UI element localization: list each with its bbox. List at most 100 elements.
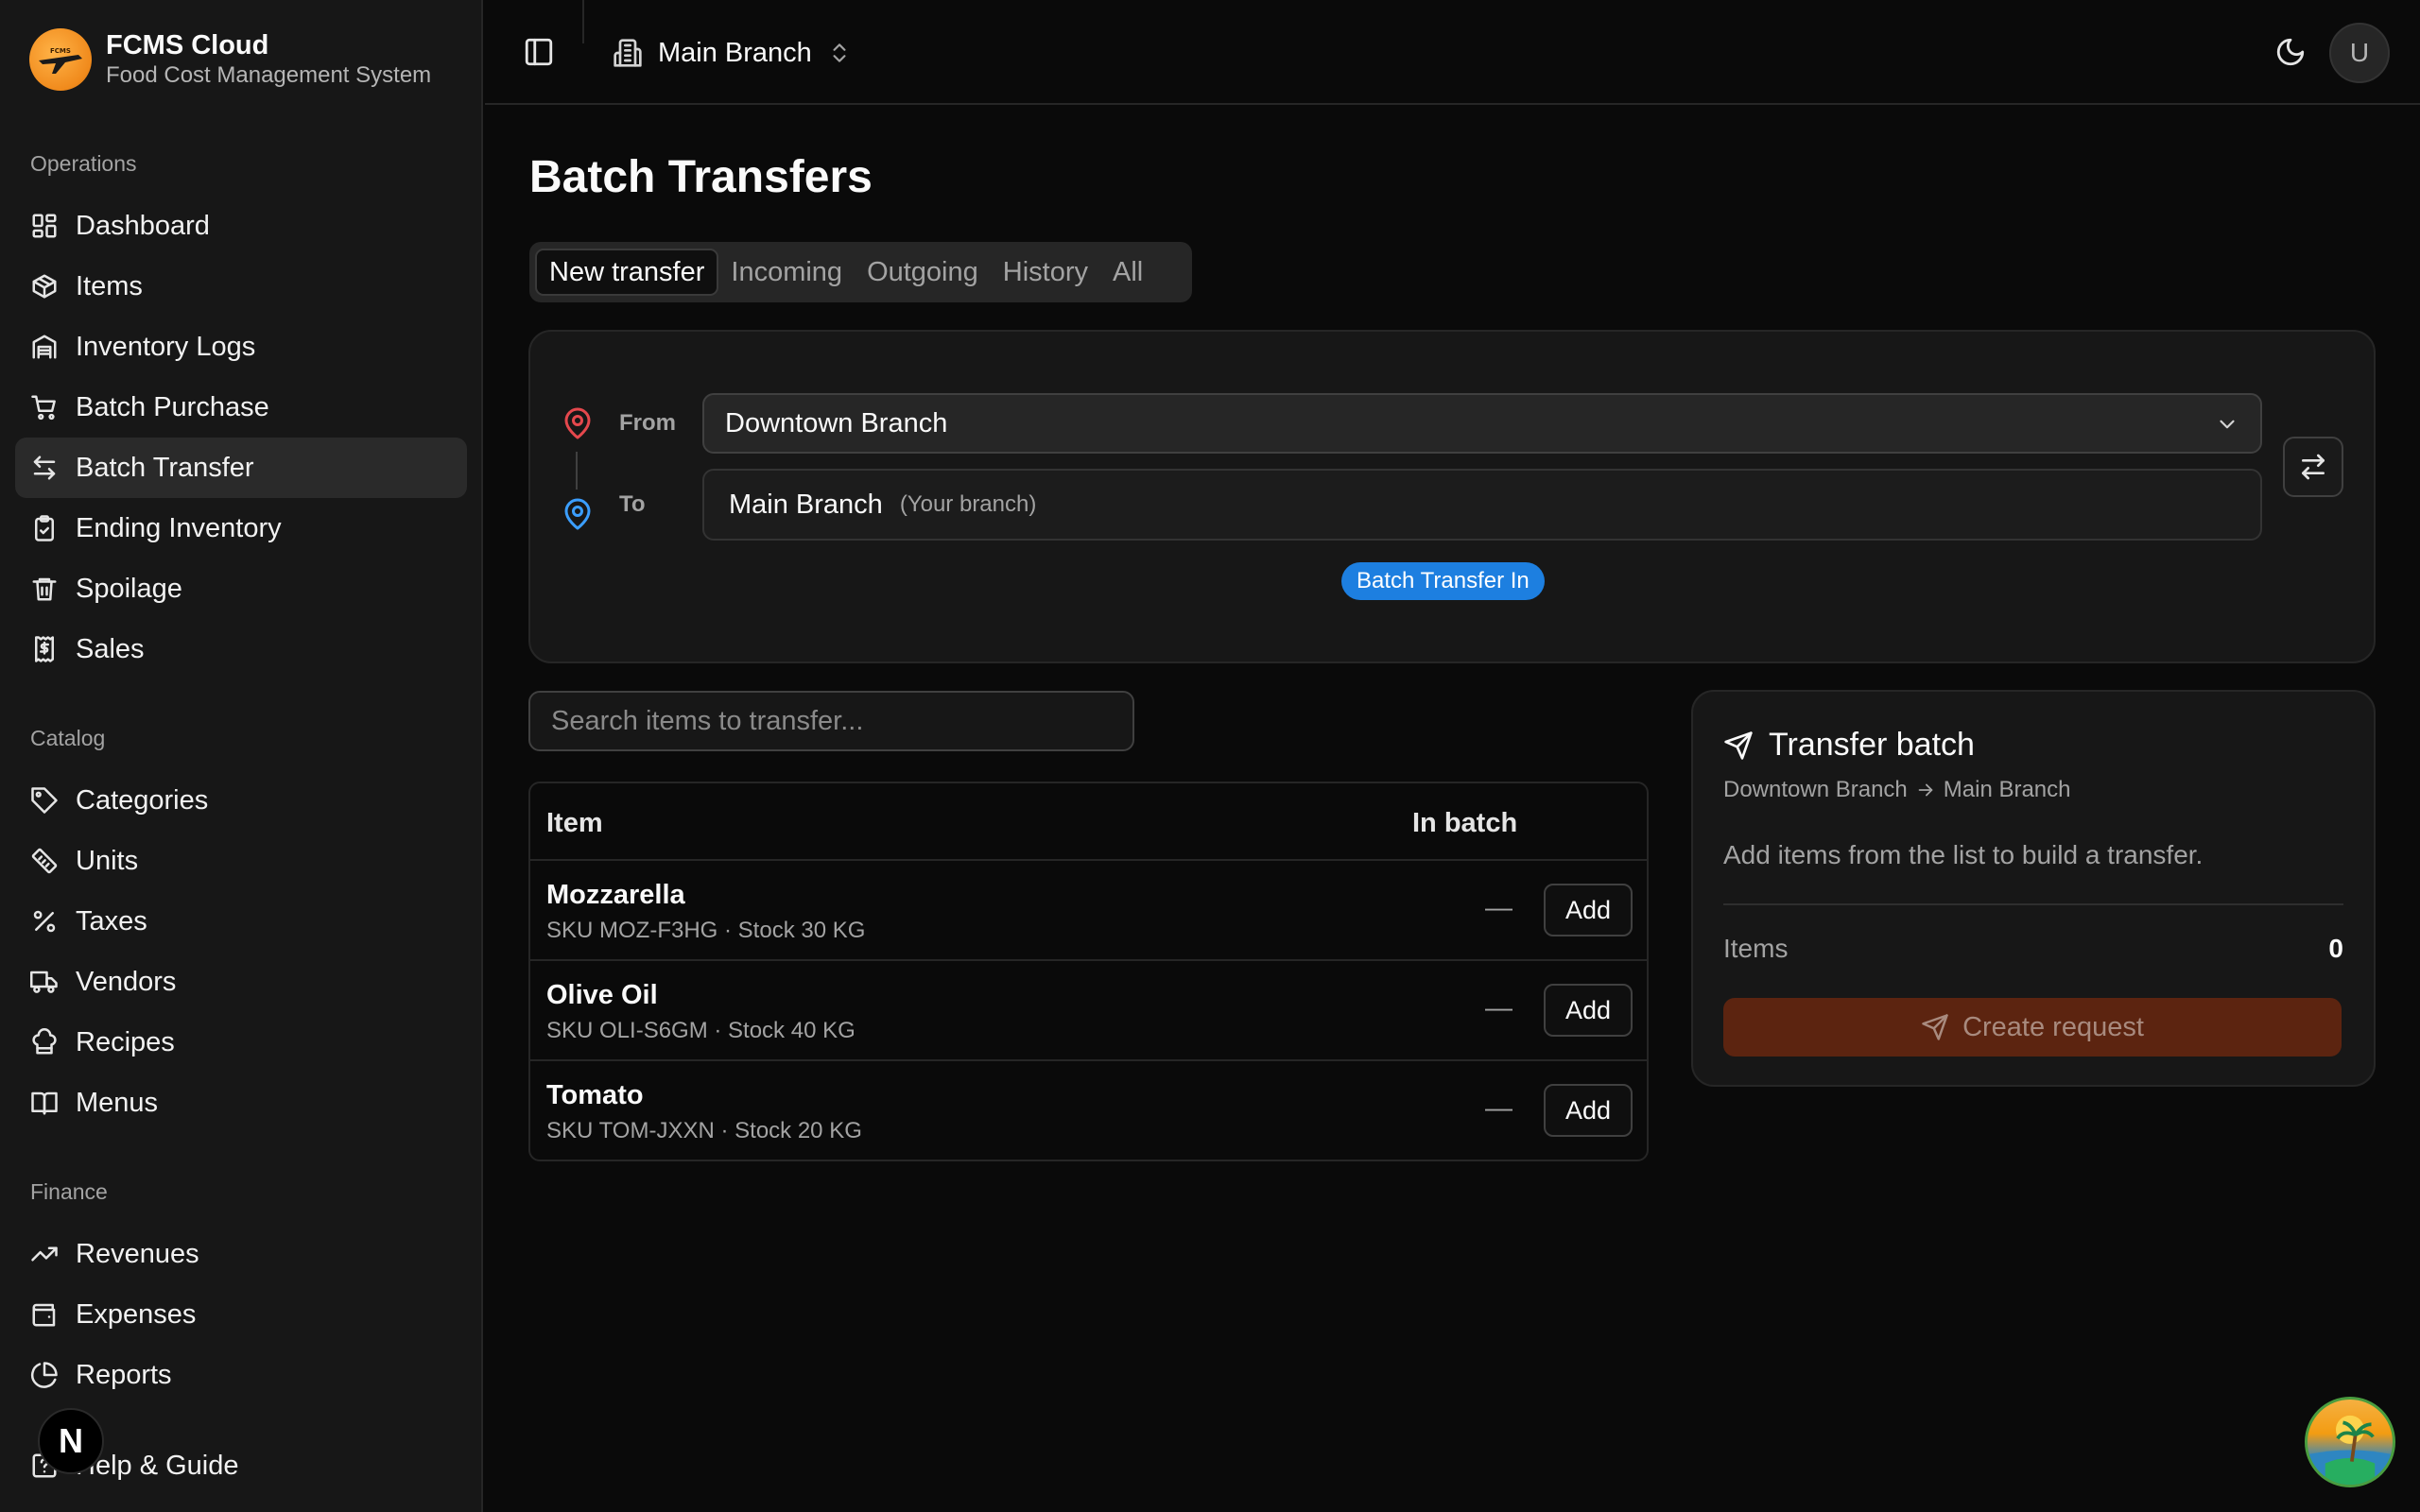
avatar[interactable]: U: [2329, 23, 2390, 83]
chef-hat-icon: [30, 1028, 59, 1057]
sidebar-item-reports[interactable]: Reports: [15, 1345, 467, 1405]
sidebar-item-recipes[interactable]: Recipes: [15, 1012, 467, 1073]
assistant-launcher-button[interactable]: [2305, 1397, 2395, 1487]
tab-all[interactable]: All: [1100, 249, 1155, 296]
package-icon: [30, 272, 59, 301]
send-icon: [1922, 1014, 1948, 1040]
branch-name: Main Branch: [658, 37, 812, 68]
column-header-item: Item: [546, 808, 603, 838]
building-icon: [613, 38, 643, 68]
sidebar-item-inventory-logs[interactable]: Inventory Logs: [15, 317, 467, 377]
sidebar-item-label: Taxes: [76, 905, 147, 936]
tab-outgoing[interactable]: Outgoing: [855, 249, 991, 296]
receipt-dollar-icon: [30, 635, 59, 663]
dev-tools-badge[interactable]: N: [38, 1408, 104, 1474]
table-row: Tomato SKU TOM-JXXN · Stock 20 KG — Add: [530, 1061, 1647, 1160]
batch-route-from: Downtown Branch: [1723, 777, 1908, 802]
sidebar-item-sales[interactable]: Sales: [15, 619, 467, 679]
search-input[interactable]: [528, 691, 1134, 751]
pie-chart-icon: [30, 1361, 59, 1389]
trending-up-icon: [30, 1240, 59, 1268]
to-branch-field: Main Branch (Your branch): [702, 469, 2262, 541]
create-request-label: Create request: [1962, 1011, 2144, 1042]
in-batch-value: —: [1485, 893, 1512, 923]
palm-island-icon: [2308, 1415, 2393, 1485]
from-branch-select[interactable]: Downtown Branch: [702, 393, 2262, 454]
sidebar-item-batch-purchase[interactable]: Batch Purchase: [15, 377, 467, 438]
cart-icon: [30, 393, 59, 421]
sidebar-item-units[interactable]: Units: [15, 831, 467, 891]
brand-subtitle: Food Cost Management System: [106, 62, 432, 88]
to-branch-value: Main Branch: [729, 489, 883, 520]
warehouse-icon: [30, 333, 59, 361]
sidebar: FCMS FCMS Cloud Food Cost Management Sys…: [0, 0, 483, 1512]
divider: [1723, 903, 2343, 905]
brand[interactable]: FCMS FCMS Cloud Food Cost Management Sys…: [29, 28, 431, 91]
svg-text:FCMS: FCMS: [50, 47, 71, 55]
add-item-button[interactable]: Add: [1544, 884, 1633, 936]
sidebar-item-batch-transfer[interactable]: Batch Transfer: [15, 438, 467, 498]
sidebar-item-label: Batch Transfer: [76, 452, 254, 483]
batch-items-count: 0: [2328, 934, 2343, 963]
sidebar-item-revenues[interactable]: Revenues: [15, 1224, 467, 1284]
batch-title: Transfer batch: [1723, 727, 1975, 764]
swap-direction-button[interactable]: [2283, 437, 2343, 497]
batch-items-label: Items: [1723, 934, 1789, 963]
batch-route: Downtown Branch Main Branch: [1723, 777, 2071, 803]
tab-history[interactable]: History: [991, 249, 1100, 296]
sidebar-item-ending-inventory[interactable]: Ending Inventory: [15, 498, 467, 558]
topbar: Main Branch U: [485, 0, 2420, 105]
route-connector: [576, 452, 578, 490]
moon-icon[interactable]: [2274, 36, 2307, 68]
batch-title-text: Transfer batch: [1769, 727, 1975, 763]
add-item-button[interactable]: Add: [1544, 984, 1633, 1037]
tab-new-transfer[interactable]: New transfer: [535, 249, 719, 296]
topbar-divider: [582, 0, 584, 43]
batch-empty-hint: Add items from the list to build a trans…: [1723, 840, 2204, 869]
column-header-in-batch: In batch: [1412, 808, 1518, 838]
sidebar-item-items[interactable]: Items: [15, 256, 467, 317]
sidebar-item-dashboard[interactable]: Dashboard: [15, 196, 467, 256]
trash-icon: [30, 575, 59, 603]
item-meta: SKU OLI-S6GM · Stock 40 KG: [546, 1018, 856, 1043]
item-meta: SKU TOM-JXXN · Stock 20 KG: [546, 1118, 862, 1143]
sidebar-item-label: Categories: [76, 784, 209, 816]
sidebar-item-label: Batch Purchase: [76, 391, 269, 422]
sidebar-item-label: Vendors: [76, 966, 177, 997]
percent-icon: [30, 907, 59, 936]
tab-list: New transfer Incoming Outgoing History A…: [529, 242, 1192, 302]
nav-group-operations: Operations: [30, 151, 137, 176]
table-row: Mozzarella SKU MOZ-F3HG · Stock 30 KG — …: [530, 861, 1647, 961]
nav-group-catalog: Catalog: [30, 726, 106, 750]
sidebar-item-label: Sales: [76, 633, 145, 664]
arrow-right-icon: [1918, 783, 1933, 797]
sidebar-item-spoilage[interactable]: Spoilage: [15, 558, 467, 619]
table-row: Olive Oil SKU OLI-S6GM · Stock 40 KG — A…: [530, 961, 1647, 1061]
in-batch-value: —: [1485, 1093, 1512, 1124]
to-branch-note: (Your branch): [899, 491, 1037, 517]
tab-incoming[interactable]: Incoming: [718, 249, 855, 296]
sidebar-item-menus[interactable]: Menus: [15, 1073, 467, 1133]
sidebar-toggle-icon[interactable]: [523, 36, 555, 68]
transfer-batch-card: Transfer batch Downtown Branch Main Bran…: [1691, 690, 2376, 1087]
branch-switcher[interactable]: Main Branch: [613, 28, 852, 77]
truck-icon: [30, 968, 59, 996]
item-meta: SKU MOZ-F3HG · Stock 30 KG: [546, 918, 866, 943]
sidebar-item-vendors[interactable]: Vendors: [15, 952, 467, 1012]
transfer-icon: [30, 454, 59, 482]
send-icon: [1724, 730, 1753, 760]
table-header: Item In batch: [530, 783, 1647, 861]
sidebar-item-categories[interactable]: Categories: [15, 770, 467, 831]
items-table: Item In batch Mozzarella SKU MOZ-F3HG · …: [528, 782, 1649, 1161]
swap-arrows-icon: [2298, 452, 2328, 482]
to-pin-icon: [561, 495, 595, 533]
tag-icon: [30, 786, 59, 815]
page-title: Batch Transfers: [529, 152, 873, 202]
create-request-button[interactable]: Create request: [1723, 998, 2342, 1057]
sidebar-item-expenses[interactable]: Expenses: [15, 1284, 467, 1345]
to-label: To: [619, 491, 646, 517]
item-name: Mozzarella: [546, 880, 685, 910]
sidebar-item-taxes[interactable]: Taxes: [15, 891, 467, 952]
add-item-button[interactable]: Add: [1544, 1084, 1633, 1137]
sidebar-item-label: Units: [76, 845, 139, 876]
